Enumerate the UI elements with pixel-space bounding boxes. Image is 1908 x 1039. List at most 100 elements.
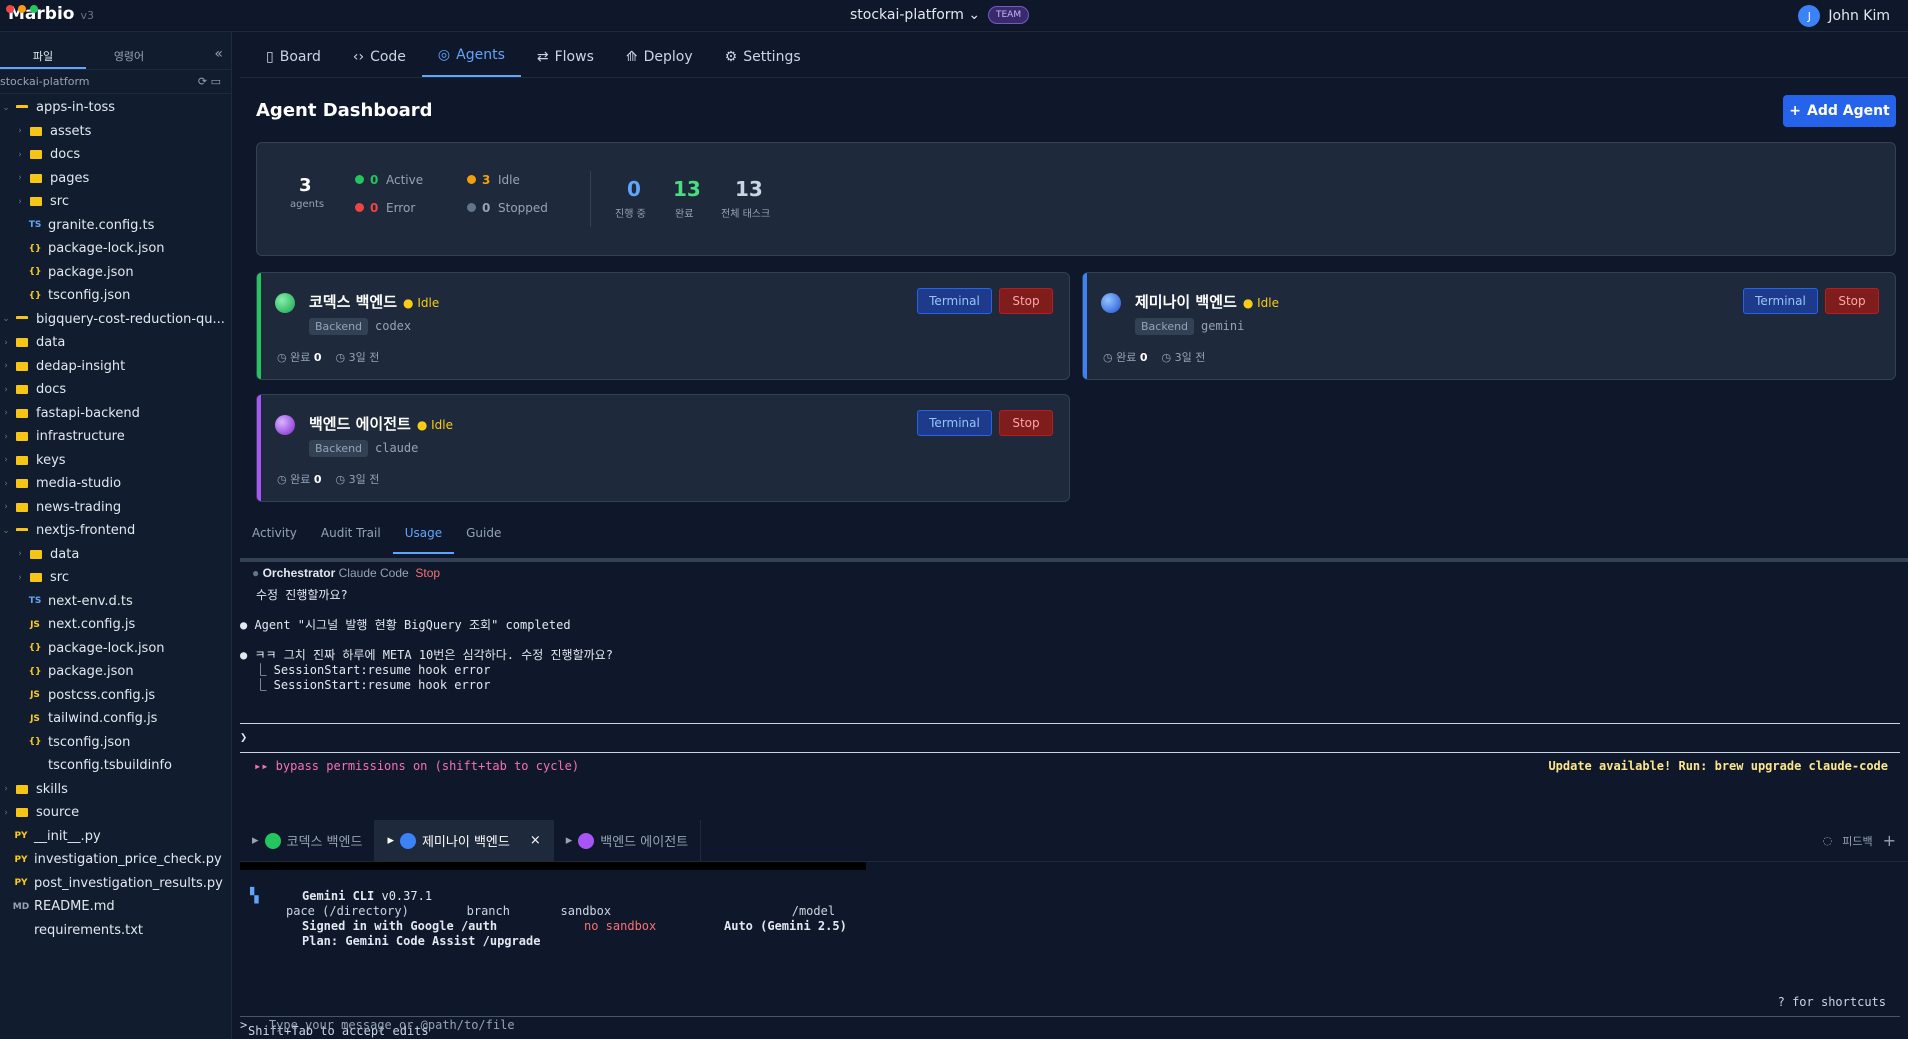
stop-button[interactable]: Stop [999,288,1053,314]
workspace-path: stockai-platform [0,75,90,88]
file-tree-item[interactable]: {} tsconfig.json [0,284,231,308]
chat-icon: ◌ [1822,834,1833,847]
file-tree-item[interactable]: JS postcss.config.js [0,684,231,708]
file-icon: JS [30,713,40,724]
folder-icon [16,479,28,489]
tab-flows[interactable]: ⇄ Flows [521,49,610,77]
folder-icon [16,408,28,418]
file-tree-item[interactable]: › src [0,190,231,214]
project-selector[interactable]: stockai-platform ⌄ [850,7,980,23]
terminal-tab[interactable]: ▸ 백엔드 에이전트 [554,820,702,861]
agent-card[interactable]: 제미나이 백엔드 ● Idle Backend gemini ◷ 완료 0 ◷ 3일… [1082,272,1896,380]
add-agent-button[interactable]: + Add Agent [1783,95,1896,127]
top-bar: Marbio v3 stockai-platform ⌄ TEAM J John K… [0,0,1908,32]
lower-tab[interactable]: Audit Trail [309,526,393,554]
terminal-tabs: ▸ 코덱스 백엔드 ▸ 제미나이 백엔드 × ▸ 백엔드 에이전트 ◌ 피드백 + [240,820,1908,862]
orchestrator-terminal[interactable]: ● Orchestrator Claude Code Stop 수정 진행할까요… [240,558,1908,810]
file-tree-item[interactable]: › infrastructure [0,425,231,449]
window-controls[interactable] [6,5,38,13]
file-tree-item[interactable]: › pages [0,167,231,191]
terminal-button[interactable]: Terminal [917,288,992,314]
file-tree-item[interactable]: {} package.json [0,660,231,684]
terminal-tab[interactable]: ▸ 코덱스 백엔드 [240,820,376,861]
terminal-button[interactable]: Terminal [917,410,992,436]
file-tree-item[interactable]: ⌄ apps-in-toss [0,96,231,120]
file-icon: TS [28,596,42,607]
add-tab-icon[interactable]: + [1883,831,1896,850]
gemini-terminal[interactable]: ▚ Gemini CLI v0.37.1 pace (/directory) b… [240,862,1908,1039]
file-tree-item[interactable]: › dedap-insight [0,355,231,379]
file-tree-item[interactable]: ⌄ nextjs-frontend [0,519,231,543]
stop-button[interactable]: Stop [1825,288,1879,314]
file-tree-item[interactable]: › docs [0,378,231,402]
file-tree-item[interactable]: JS next.config.js [0,613,231,637]
file-tree-item[interactable]: › fastapi-backend [0,402,231,426]
file-tree-item[interactable]: › assets [0,120,231,144]
gemini-logo-icon: ▚ [250,888,259,904]
file-icon: {} [28,267,42,278]
file-tree-item[interactable]: › data [0,543,231,567]
file-tree-item[interactable]: MD README.md [0,895,231,919]
stop-button[interactable]: Stop [999,410,1053,436]
terminal-tab[interactable]: ▸ 제미나이 백엔드 × [375,820,554,861]
file-tree-item[interactable]: JS tailwind.config.js [0,707,231,731]
file-icon: JS [30,690,40,701]
file-icon: {} [28,243,42,254]
file-tree-item[interactable]: requirements.txt [0,919,231,943]
refresh-icon[interactable]: ⟳ ▭ [198,75,221,88]
file-tree-item[interactable]: {} package.json [0,261,231,285]
tab-settings[interactable]: ⚙ Settings [709,49,817,77]
lower-tab[interactable]: Usage [392,526,455,554]
file-icon: PY [14,831,28,842]
close-icon[interactable]: × [530,833,541,848]
tab-files[interactable]: 파일 [0,32,86,69]
tab-en[interactable]: 영령어 [86,32,172,69]
file-tree-item[interactable]: PY investigation_price_check.py [0,848,231,872]
lower-tab[interactable]: Activity [240,526,309,554]
file-tree-item[interactable]: tsconfig.tsbuildinfo [0,754,231,778]
user-menu[interactable]: J John Kim [1798,5,1890,27]
agent-orb-icon [275,415,295,435]
file-tree-item[interactable]: › source [0,801,231,825]
file-tree-item[interactable]: › src [0,566,231,590]
folder-open-icon [16,104,28,111]
agent-card[interactable]: 백엔드 에이전트 ● Idle Backend claude ◷ 완료 0 ◷ 3일… [256,394,1070,502]
folder-icon [16,808,28,818]
feedback-button[interactable]: ◌ 피드백 + [1823,820,1908,861]
file-tree-item[interactable]: ⌄ bigquery-cost-reduction-qu... [0,308,231,332]
page-title: Agent Dashboard [256,100,433,121]
file-tree-item[interactable]: {} package-lock.json [0,637,231,661]
file-tree-item[interactable]: › data [0,331,231,355]
file-tree-item[interactable]: TS next-env.d.ts [0,590,231,614]
folder-open-icon [16,527,28,534]
file-tree-item[interactable]: TS granite.config.ts [0,214,231,238]
file-tree-item[interactable]: PY post_investigation_results.py [0,872,231,896]
gemini-input[interactable]: > Type your message or @path/to/file [240,1018,515,1032]
tab-icon: ◎ [437,47,451,63]
file-tree-item[interactable]: › media-studio [0,472,231,496]
tab-agents[interactable]: ◎ Agents [421,47,521,77]
file-icon: {} [28,737,42,748]
collapse-sidebar-icon[interactable]: « [214,46,223,62]
terminal-button[interactable]: Terminal [1743,288,1818,314]
file-tree-item[interactable]: PY __init__.py [0,825,231,849]
orchestrator-stop-button[interactable]: Stop [415,566,440,580]
agent-card[interactable]: 코덱스 백엔드 ● Idle Backend codex ◷ 완료 0 ◷ 3일 전… [256,272,1070,380]
file-tree-item[interactable]: › skills [0,778,231,802]
lower-tab[interactable]: Guide [454,526,513,554]
file-tree-item[interactable]: › news-trading [0,496,231,520]
tab-board[interactable]: ▯ Board [250,49,337,77]
tab-icon: ⟰ [625,49,638,65]
tab-code[interactable]: ‹› Code [337,49,422,77]
tab-deploy[interactable]: ⟰ Deploy [610,49,709,77]
file-tree-item[interactable]: {} tsconfig.json [0,731,231,755]
file-tree: ⌄ apps-in-toss › assets › docs › pages › src TS gra… [0,94,231,942]
main-tabs: ▯ Board ‹› Code ◎ Agents ⇄ Flows ⟰ Deploy ⚙ Setting… [240,32,1908,78]
file-tree-item[interactable]: {} package-lock.json [0,237,231,261]
file-tree-item[interactable]: › docs [0,143,231,167]
folder-icon [16,502,28,512]
tab-icon: ▯ [266,49,274,65]
file-tree-item[interactable]: › keys [0,449,231,473]
folder-icon [16,432,28,442]
agent-orb-icon [264,832,281,849]
